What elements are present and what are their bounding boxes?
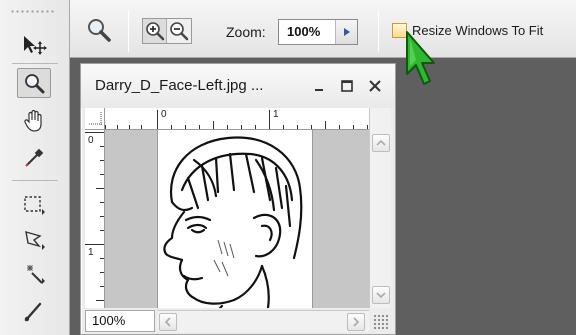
ruler-ticks [85, 132, 104, 301]
lasso-icon [25, 231, 45, 250]
zoom-in-icon [145, 22, 164, 41]
scroll-right-button[interactable] [347, 313, 365, 331]
zoom-out-button[interactable] [167, 19, 191, 43]
zoom-in-button[interactable] [143, 19, 167, 43]
ruler-origin[interactable] [85, 108, 105, 130]
lasso-tool[interactable] [17, 225, 51, 255]
zoom-input[interactable]: 100% [278, 19, 358, 45]
hand-icon [24, 109, 42, 132]
document-status-bar: 100% [85, 310, 391, 332]
mouse-cursor-icon [406, 31, 435, 85]
eyedropper-tool[interactable] [17, 143, 51, 173]
chevron-right-icon [353, 317, 360, 327]
vertical-scrollbar[interactable] [369, 108, 391, 308]
scroll-left-button[interactable] [159, 313, 177, 331]
window-resize-grip[interactable] [373, 314, 389, 330]
document-title: Darry_D_Face-Left.jpg ... [95, 77, 264, 94]
scroll-up-button[interactable] [372, 134, 390, 152]
close-button[interactable] [365, 76, 385, 96]
zoom-tool[interactable] [17, 68, 51, 98]
marquee-icon [24, 196, 45, 215]
zoom-label: Zoom: [226, 24, 266, 40]
chevron-up-icon [376, 139, 386, 146]
caricature-drawing [163, 136, 303, 310]
magnifier-icon [88, 19, 111, 42]
maximize-icon [341, 80, 353, 92]
zoom-slider-button[interactable] [335, 20, 357, 44]
close-icon [369, 80, 381, 92]
zoom-mode-group [142, 18, 192, 44]
horizontal-scrollbar[interactable] [157, 310, 369, 332]
chevron-left-icon [164, 317, 171, 327]
document-titlebar[interactable]: Darry_D_Face-Left.jpg ... [81, 64, 395, 108]
magic-wand-tool[interactable] [17, 260, 51, 290]
zoom-out-icon [170, 22, 189, 41]
ruler-v-label-0: 0 [88, 135, 94, 146]
scroll-down-button[interactable] [372, 286, 390, 304]
tool-preset-picker[interactable] [84, 16, 114, 46]
document-window: Darry_D_Face-Left.jpg ... 0 1 0 1 100% [80, 63, 396, 335]
minimize-button[interactable] [309, 76, 329, 96]
options-bar: Zoom: 100% Resize Windows To Fit [0, 0, 576, 58]
hand-tool[interactable] [17, 106, 51, 136]
ruler-ticks [105, 110, 368, 129]
brush-icon [24, 302, 42, 322]
horizontal-ruler: 0 1 [105, 108, 369, 130]
separator [378, 10, 379, 52]
separator [12, 180, 58, 181]
zoom-value[interactable]: 100% [279, 20, 335, 44]
marquee-tool[interactable] [17, 190, 51, 220]
image-canvas[interactable] [157, 130, 313, 310]
eyedropper-icon [25, 148, 44, 167]
canvas-area[interactable] [105, 130, 369, 310]
ruler-h-label-1: 1 [273, 109, 279, 120]
chevron-right-icon [343, 28, 350, 36]
move-icon [24, 36, 47, 55]
ruler-origin-icon [89, 112, 103, 126]
panel-grip[interactable] [10, 9, 56, 15]
minimize-icon [315, 89, 323, 91]
ruler-h-label-0: 0 [161, 109, 167, 120]
status-zoom-field[interactable]: 100% [85, 310, 155, 332]
separator [12, 63, 58, 64]
chevron-down-icon [376, 292, 386, 299]
magnifier-icon [25, 74, 45, 94]
ruler-v-label-1: 1 [88, 247, 94, 258]
maximize-button[interactable] [337, 76, 357, 96]
magic-wand-icon [27, 265, 45, 284]
move-tool[interactable] [17, 30, 51, 60]
brush-tool[interactable] [17, 296, 51, 326]
tools-panel [0, 0, 70, 335]
vertical-ruler: 0 1 [85, 130, 105, 308]
separator [128, 10, 129, 52]
